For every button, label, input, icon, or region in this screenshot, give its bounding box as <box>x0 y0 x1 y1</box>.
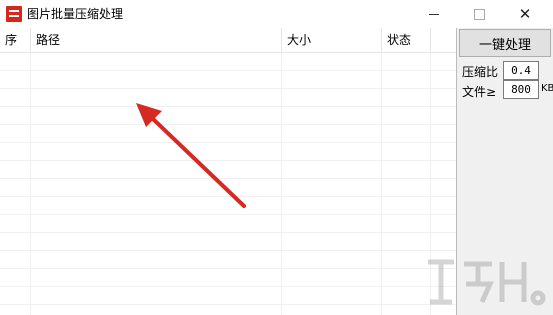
ratio-input[interactable]: 0.4 <box>503 61 539 80</box>
grid-column-line <box>281 52 282 315</box>
column-divider[interactable] <box>281 28 282 52</box>
app-icon <box>6 6 22 22</box>
minimize-icon <box>429 13 439 15</box>
min-size-input[interactable]: 800 <box>503 80 539 99</box>
grid-row-line <box>0 178 456 179</box>
grid-row-line <box>0 88 456 89</box>
watermark-logo <box>428 259 546 306</box>
grid-row-line <box>0 142 456 143</box>
grid-row-line <box>0 124 456 125</box>
grid-row-line <box>0 214 456 215</box>
column-header-size[interactable]: 大小 <box>287 31 311 48</box>
close-button[interactable]: ✕ <box>502 0 548 28</box>
column-divider[interactable] <box>430 28 431 52</box>
file-list[interactable]: 序 路径 大小 状态 <box>0 28 456 315</box>
list-header: 序 路径 大小 状态 <box>0 28 456 53</box>
window-title: 图片批量压缩处理 <box>27 7 124 21</box>
min-size-label: 文件≥ <box>462 85 497 99</box>
grid-column-line <box>30 52 31 315</box>
ratio-label: 压缩比 <box>462 65 499 79</box>
grid-row-line <box>0 196 456 197</box>
maximize-button[interactable] <box>456 0 502 28</box>
maximize-icon <box>473 8 485 20</box>
minimize-button[interactable] <box>411 0 457 28</box>
grid-row-line <box>0 106 456 107</box>
grid-row-line <box>0 268 456 269</box>
grid-row-line <box>0 286 456 287</box>
column-header-path[interactable]: 路径 <box>36 31 60 48</box>
process-all-button[interactable]: 一键处理 <box>459 29 551 57</box>
grid-row-line <box>0 232 456 233</box>
grid-row-line <box>0 70 456 71</box>
title-bar: 图片批量压缩处理 ✕ <box>0 0 553 28</box>
column-divider[interactable] <box>381 28 382 52</box>
close-icon: ✕ <box>518 4 532 23</box>
column-divider[interactable] <box>30 28 31 52</box>
grid-column-line <box>381 52 382 315</box>
grid-row-line <box>0 304 456 305</box>
column-header-index[interactable]: 序 <box>5 31 17 48</box>
column-header-status[interactable]: 状态 <box>387 31 411 48</box>
grid-row-line <box>0 160 456 161</box>
size-unit-label: KB <box>541 83 553 94</box>
grid-row-line <box>0 250 456 251</box>
